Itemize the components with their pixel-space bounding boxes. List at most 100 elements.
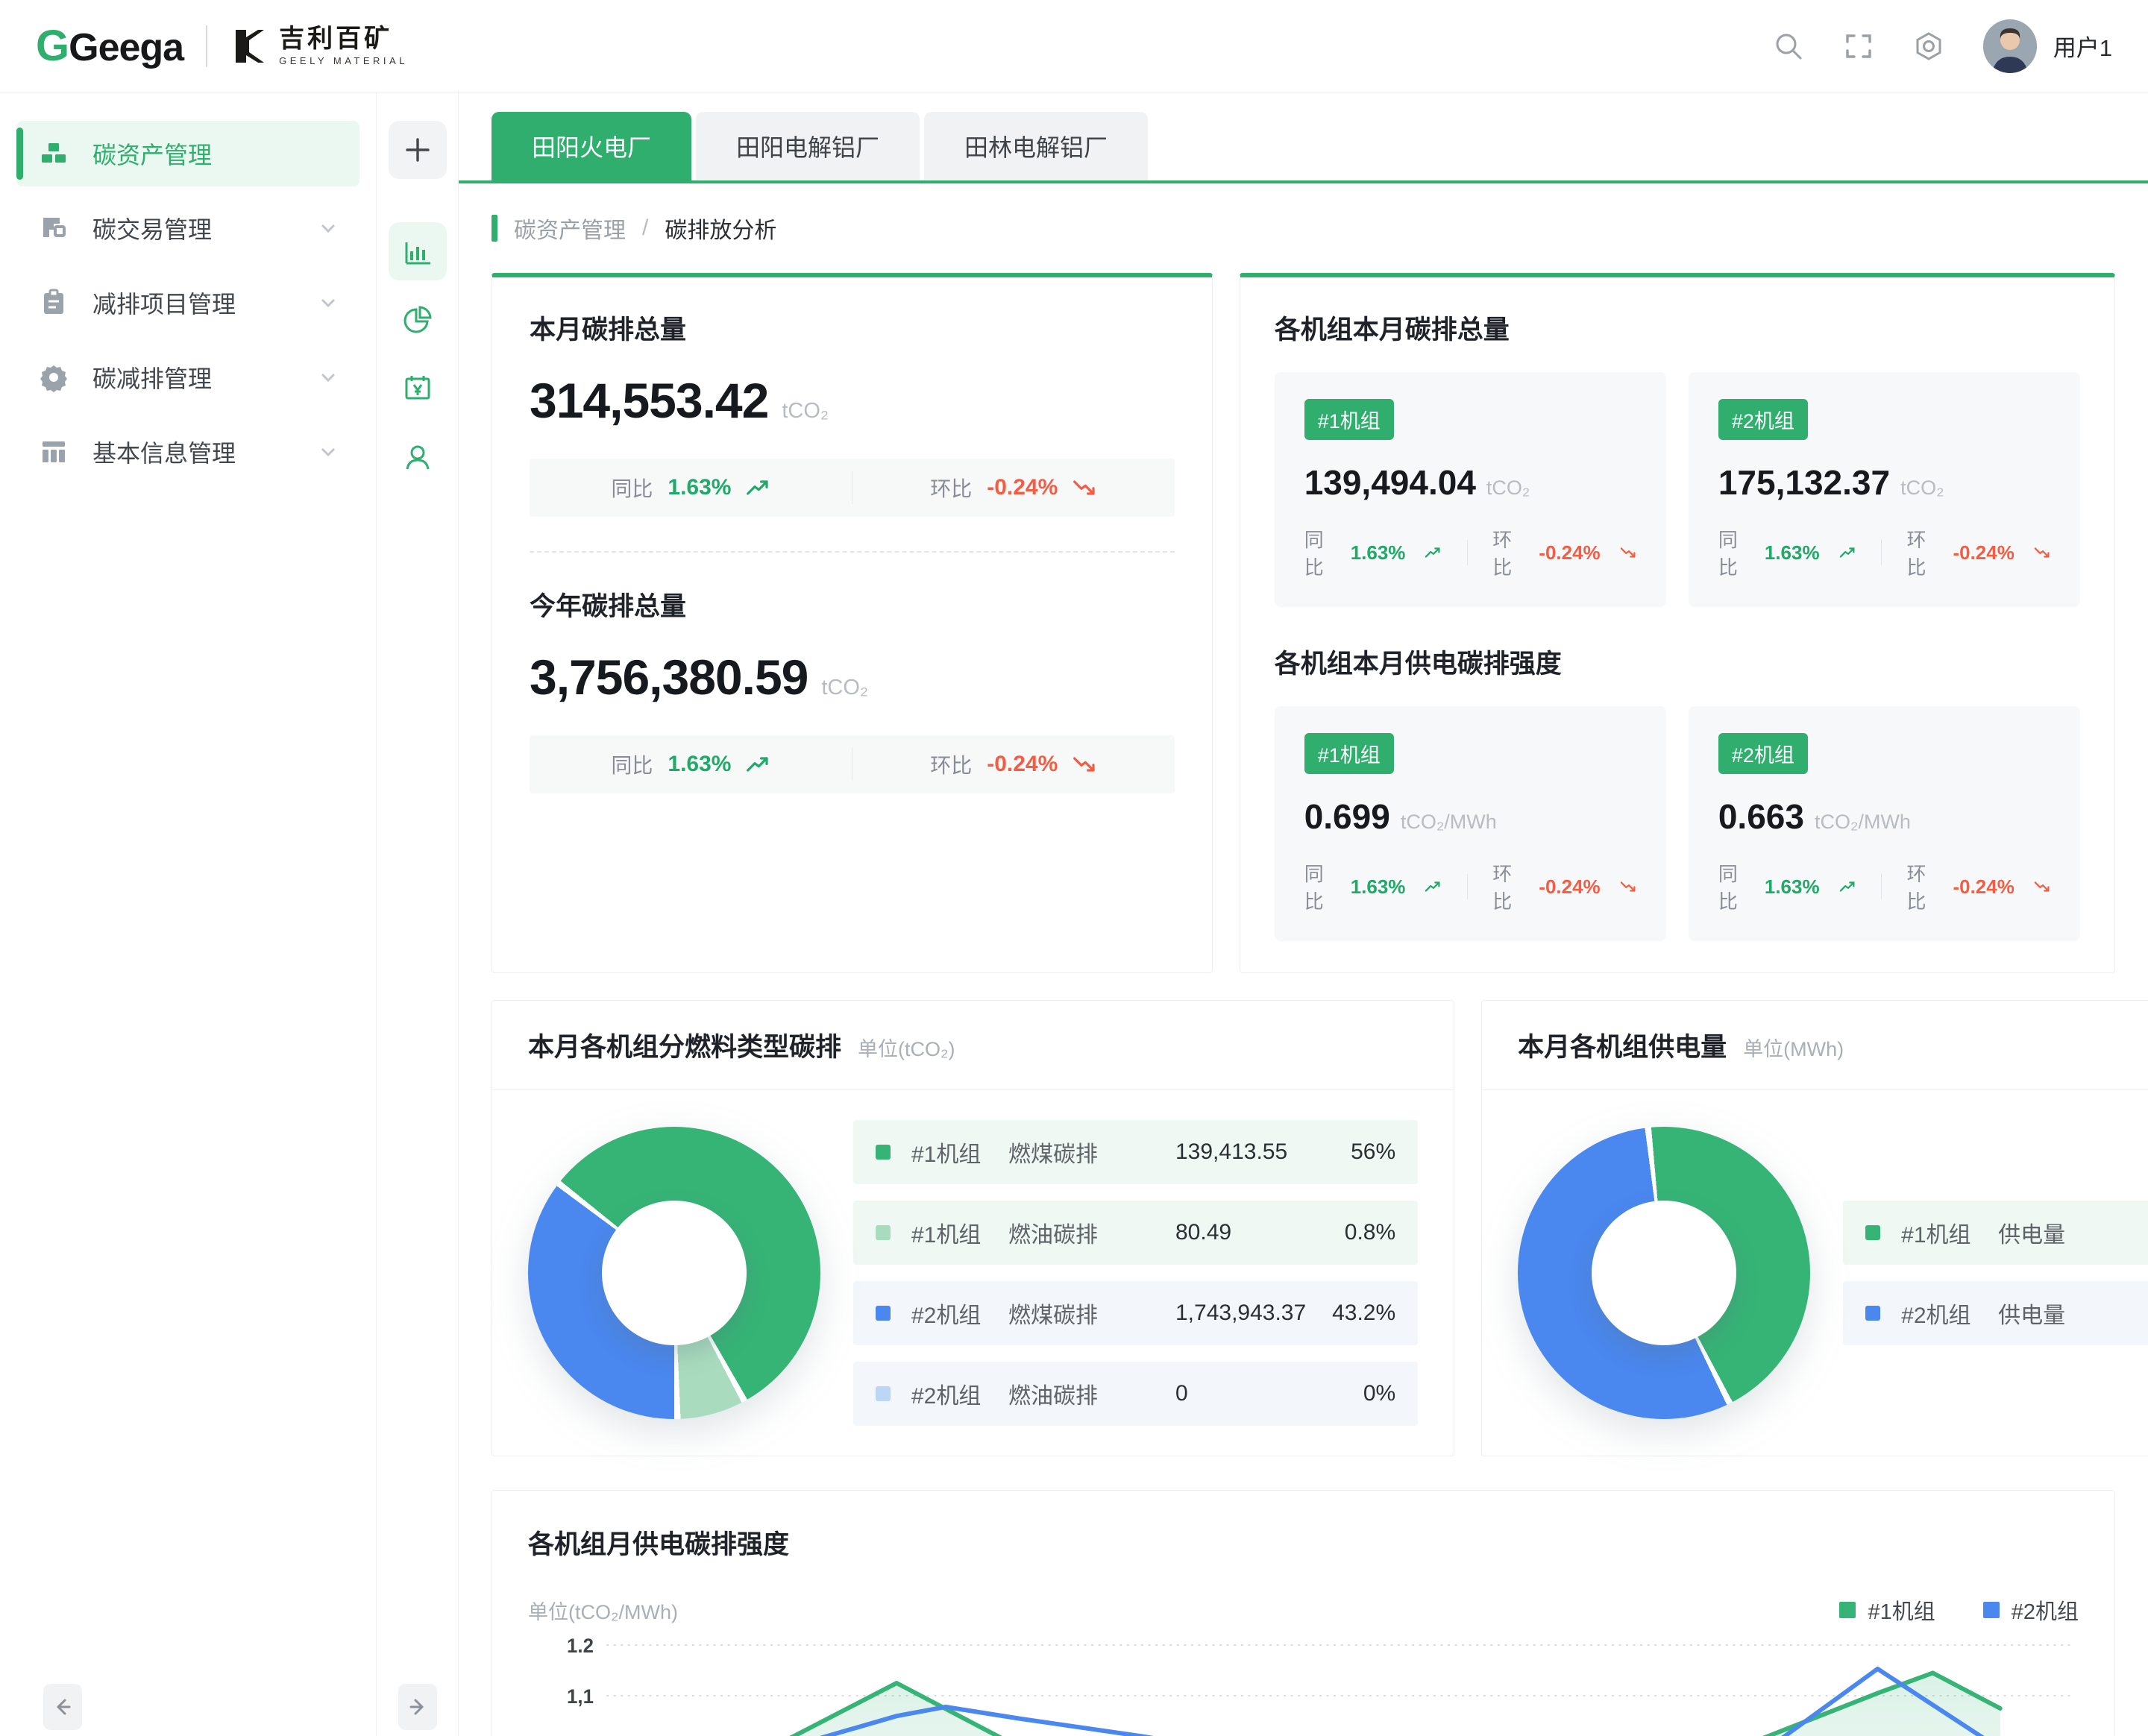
mom-label: 环比 [1906, 859, 1933, 914]
pie-chart-view-button[interactable] [389, 291, 447, 349]
unit-badge: #1机组 [1304, 399, 1394, 440]
sidebar-item-carbon-assets[interactable]: 碳资产管理 [16, 121, 359, 186]
mom-value: -0.24% [1953, 875, 2014, 899]
trend-down-icon [1620, 878, 1636, 896]
sidebar-item-basic-info[interactable]: 基本信息管理 [16, 419, 359, 485]
svg-text:1.2: 1.2 [567, 1634, 594, 1657]
legend-fuel: 供电量 [1998, 1216, 2147, 1249]
fuel-donut-chart [528, 1127, 820, 1419]
legend-unit: #2机组 [911, 1297, 1008, 1330]
plus-icon [401, 133, 434, 166]
sidebar: 碳资产管理 碳交易管理 减排项目管理 [0, 92, 377, 1736]
legend-unit: #2机组 [1901, 1297, 1998, 1330]
avatar[interactable] [1983, 19, 2037, 73]
user-name: 用户1 [2053, 29, 2112, 63]
power-legend: #1机组 供电量 199,515.6 43% #2机组 供电量 264,222 [1843, 1201, 2148, 1345]
settings-icon[interactable] [1913, 31, 1944, 62]
yoy-label: 同比 [1304, 859, 1331, 914]
mom-value: -0.24% [1953, 541, 2014, 564]
legend-swatch [876, 1145, 891, 1160]
tab-tianlin-aluminum[interactable]: 田林电解铝厂 [924, 112, 1148, 180]
legend-value: 80.49 [1158, 1220, 1306, 1245]
sidebar-item-label: 碳交易管理 [92, 211, 212, 245]
user-menu[interactable]: 用户1 [1983, 19, 2112, 73]
breadcrumb-parent[interactable]: 碳资产管理 [514, 212, 626, 245]
yoy-label: 同比 [611, 749, 653, 779]
legend-row: #2机组 燃煤碳排 1,743,943.37 43.2% [853, 1281, 1418, 1345]
bar-chart-icon [401, 235, 434, 268]
clipboard-icon [39, 288, 69, 318]
trend-up-icon [1839, 878, 1856, 896]
legend-row: #1机组 供电量 199,515.6 43% [1843, 1201, 2148, 1265]
header: GGeega 吉利百矿 GEELY MATERIAL [0, 0, 2148, 92]
sidebar-item-carbon-trading[interactable]: 碳交易管理 [16, 195, 359, 261]
trend-down-icon [1073, 755, 1096, 773]
legend-swatch [1865, 1306, 1880, 1321]
carbon-price-view-button[interactable] [389, 359, 447, 418]
person-icon [401, 441, 434, 474]
power-chart-unit: 单位(MWh) [1743, 1033, 1844, 1062]
sidebar-item-carbon-reduction[interactable]: 碳减排管理 [16, 345, 359, 410]
mom-value: -0.24% [987, 475, 1058, 500]
fullscreen-icon[interactable] [1843, 31, 1874, 62]
search-icon[interactable] [1773, 31, 1804, 62]
svg-text:1,1: 1,1 [567, 1685, 594, 1708]
legend-item-unit1: #1机组 [1839, 1594, 1935, 1626]
sidebar-item-reduction-projects[interactable]: 减排项目管理 [16, 270, 359, 336]
line-chart-unit: 单位(tCO₂/MWh) [528, 1596, 678, 1625]
mom-value: -0.24% [1539, 875, 1600, 899]
header-actions: 用户1 [1773, 19, 2112, 73]
unit1-emission-panel: #1机组 139,494.04 tCO₂ 同比 1.63% [1275, 372, 1666, 607]
unit-unit: tCO₂/MWh [1401, 811, 1497, 834]
dashed-divider [530, 551, 1175, 553]
unit-badge: #2机组 [1718, 733, 1808, 774]
kpi-month-title: 本月碳排总量 [530, 309, 1175, 347]
legend-value: 0 [1158, 1381, 1306, 1406]
legend-swatch [1983, 1602, 2000, 1618]
trend-up-icon [1425, 878, 1441, 896]
card-monthly-intensity-chart: 各机组月供电碳排强度 单位(tCO₂/MWh) #1机组 #2机组 [492, 1490, 2115, 1736]
unit2-emission-panel: #2机组 175,132.37 tCO₂ 同比 1.63% [1689, 372, 2080, 607]
kpi-year-unit: tCO₂ [821, 676, 868, 700]
yoy-value: 1.63% [1351, 875, 1406, 899]
yoy-value: 1.63% [1765, 875, 1820, 899]
line-chart-legend: #1机组 #2机组 [1839, 1594, 2079, 1626]
arrow-left-icon [53, 1697, 72, 1717]
legend-swatch [1865, 1225, 1880, 1240]
sidebar-item-label: 碳减排管理 [92, 360, 212, 394]
legend-label: #2机组 [2012, 1594, 2079, 1626]
breadcrumb-accent-bar [492, 215, 497, 242]
yoy-label: 同比 [611, 473, 653, 503]
tab-tianyang-aluminum[interactable]: 田阳电解铝厂 [696, 112, 920, 180]
kpi-month-value: 314,553.42 [530, 372, 768, 429]
kpi-month-compare: 同比 1.63% 环比 -0.24% [530, 459, 1175, 517]
yoy-value: 1.63% [668, 475, 731, 500]
legend-swatch [876, 1306, 891, 1321]
yoy-value: 1.63% [1351, 541, 1406, 564]
tool-rail [377, 92, 459, 1736]
rail-expand-button[interactable] [398, 1684, 437, 1730]
sidebar-collapse-button[interactable] [43, 1684, 82, 1730]
tab-tianyang-thermal[interactable]: 田阳火电厂 [492, 112, 691, 180]
card-fuel-emissions-chart: 本月各机组分燃料类型碳排 单位(tCO₂) #1机组 燃煤碳排 139,413. [492, 1000, 1454, 1456]
legend-row: #2机组 供电量 264,222.4 57% [1843, 1281, 2148, 1345]
plant-tabs: 田阳火电厂 田阳电解铝厂 田林电解铝厂 [459, 92, 2148, 180]
mom-value: -0.24% [1539, 541, 1600, 564]
yoy-label: 同比 [1718, 525, 1745, 580]
add-button[interactable] [389, 121, 447, 179]
card-power-supply-chart: 本月各机组供电量 单位(MWh) #1机组 供电量 199,515.6 [1481, 1000, 2148, 1456]
legend-label: #1机组 [1868, 1594, 1935, 1626]
line-chart-title: 各机组月供电碳排强度 [528, 1523, 2079, 1562]
unit2-intensity-panel: #2机组 0.663 tCO₂/MWh 同比 1.63% [1689, 706, 2080, 941]
user-view-button[interactable] [389, 428, 447, 486]
geely-material-mark-icon [230, 27, 268, 66]
legend-fuel: 燃油碳排 [1008, 1377, 1158, 1410]
fuel-chart-title: 本月各机组分燃料类型碳排 [528, 1026, 841, 1064]
bar-chart-view-button[interactable] [389, 222, 447, 280]
mom-label: 环比 [930, 749, 972, 779]
legend-value: 139,413.55 [1158, 1139, 1306, 1165]
sidebar-item-label: 基本信息管理 [92, 435, 236, 469]
geega-logo: GGeega [36, 21, 183, 71]
legend-fuel: 燃煤碳排 [1008, 1297, 1158, 1330]
brand: GGeega 吉利百矿 GEELY MATERIAL [36, 21, 408, 71]
